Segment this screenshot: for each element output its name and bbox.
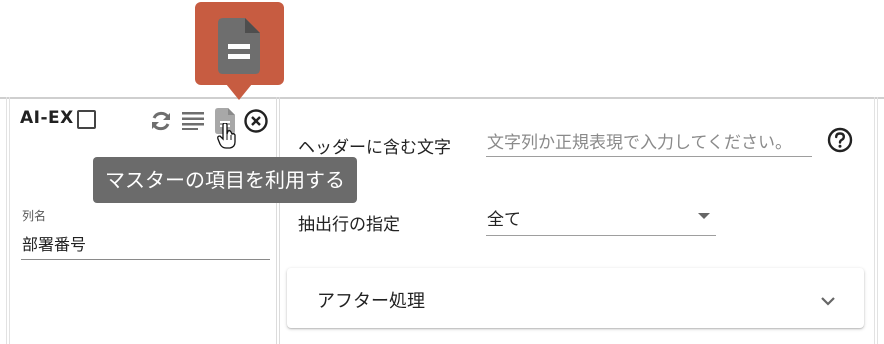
callout-pointer: [226, 84, 252, 100]
table-right-border: [877, 97, 878, 344]
column-name-underline: [21, 259, 270, 260]
chevron-down-icon[interactable]: [698, 213, 710, 219]
refresh-icon[interactable]: [149, 109, 173, 133]
column-divider: [276, 97, 277, 344]
table-top-border: [0, 97, 884, 99]
table-left-border: [6, 97, 7, 344]
expand-chevron-icon[interactable]: [820, 296, 836, 306]
list-icon[interactable]: [182, 110, 204, 130]
header-text-input[interactable]: 文字列か正規表現で入力してください。: [487, 128, 792, 153]
header-text-label: ヘッダーに含む文字: [298, 138, 451, 158]
magnified-icon-callout: [195, 2, 284, 85]
column-name-label: 列名: [22, 209, 47, 223]
cursor-hand-icon: [217, 123, 236, 149]
tooltip: マスターの項目を利用する: [93, 157, 357, 203]
extract-rows-underline: [486, 235, 716, 236]
column-name-input[interactable]: 部署番号: [22, 231, 86, 255]
table-left-border-inner: [9, 97, 10, 344]
table-right-border-inner: [874, 97, 875, 344]
extract-rows-select[interactable]: 全て: [487, 205, 521, 230]
card-title: AI-EX: [20, 108, 74, 128]
header-text-underline: [486, 156, 812, 157]
document-icon-large: [218, 18, 260, 74]
help-icon[interactable]: [827, 127, 853, 153]
close-circle-icon[interactable]: [243, 108, 269, 134]
after-process-title: アフター処理: [317, 291, 425, 312]
after-process-panel[interactable]: アフター処理: [287, 268, 864, 328]
column-divider-inner: [279, 97, 280, 344]
checkbox-icon[interactable]: [77, 110, 96, 129]
extract-rows-label: 抽出行の指定: [298, 215, 400, 235]
